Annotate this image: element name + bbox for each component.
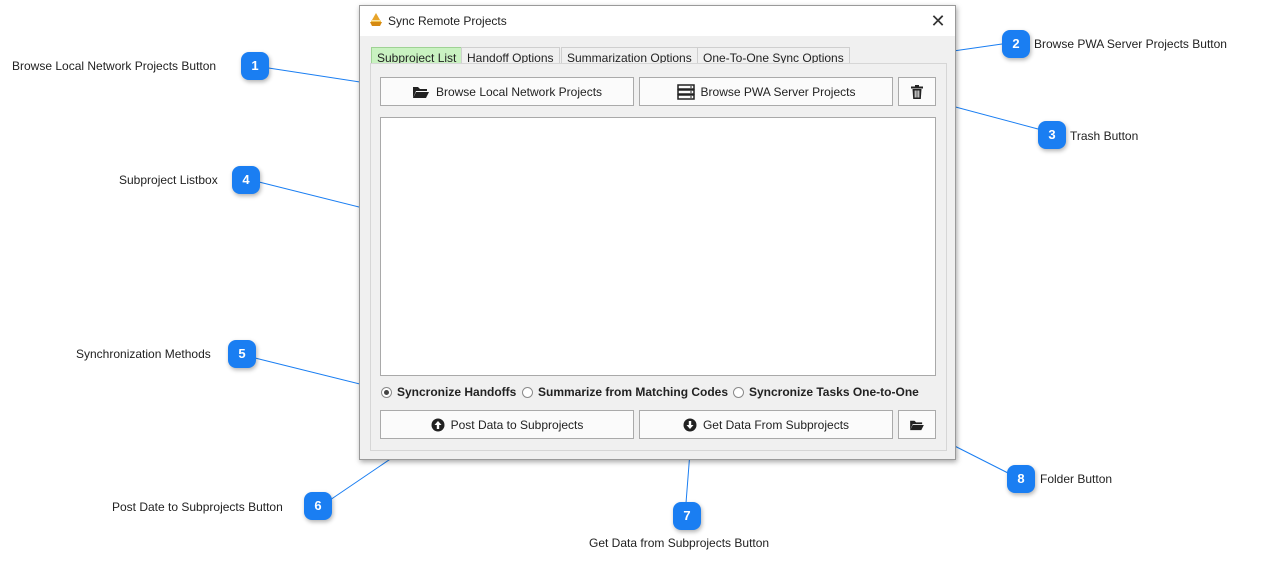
callout-label-1: Browse Local Network Projects Button [12,59,217,73]
callout-label-6: Post Date to Subprojects Button [112,500,283,514]
radio-indicator[interactable] [733,386,744,398]
post-data-to-subprojects-button[interactable]: Post Data to Subprojects [380,410,634,439]
app-logo-icon [370,13,382,26]
callout-badge-8: 8 [1007,465,1035,493]
subproject-listbox[interactable] [380,117,936,376]
window-title: Sync Remote Projects [388,14,507,28]
browse-pwa-server-projects-button[interactable]: Browse PWA Server Projects [639,77,893,106]
callout-badge-4: 4 [232,166,260,194]
callout-label-4: Subproject Listbox [119,173,218,187]
radio-indicator-checked[interactable] [381,386,392,398]
trash-button[interactable] [898,77,936,106]
radio-summarize-from-matching-codes[interactable]: Summarize from Matching Codes [522,384,728,400]
callout-badge-2: 2 [1002,30,1030,58]
get-data-label: Get Data From Subprojects [702,417,850,432]
sync-remote-projects-dialog: Sync Remote Projects ✕ Subproject List H… [359,5,956,460]
browse-local-network-projects-button[interactable]: Browse Local Network Projects [380,77,634,106]
title-bar[interactable]: Sync Remote Projects ✕ [360,6,955,36]
callout-label-8: Folder Button [1040,472,1113,486]
callout-label-7: Get Data from Subprojects Button [589,536,770,550]
radio-syncronize-tasks-one-to-one[interactable]: Syncronize Tasks One-to-One [733,384,919,400]
open-folder-icon [412,86,429,98]
browse-local-label: Browse Local Network Projects [435,84,603,99]
folder-button[interactable] [898,410,936,439]
post-data-label: Post Data to Subprojects [450,417,584,432]
callout-badge-6: 6 [304,492,332,520]
open-folder-icon [910,420,924,430]
callout-label-2: Browse PWA Server Projects Button [1034,37,1227,51]
browse-pwa-label: Browse PWA Server Projects [700,84,856,99]
server-icon [676,83,695,100]
radio-label: Summarize from Matching Codes [538,385,729,399]
radio-label: Syncronize Tasks One-to-One [749,385,919,399]
callout-badge-5: 5 [228,340,256,368]
callout-label-5: Synchronization Methods [76,347,211,361]
callout-badge-7: 7 [673,502,701,530]
close-button[interactable]: ✕ [927,10,949,32]
trash-icon [911,84,923,99]
radio-label: Syncronize Handoffs [397,385,517,399]
get-data-from-subprojects-button[interactable]: Get Data From Subprojects [639,410,893,439]
callout-badge-3: 3 [1038,121,1066,149]
arrow-down-circle-icon [683,418,697,431]
arrow-up-circle-icon [431,418,445,431]
callout-badge-1: 1 [241,52,269,80]
radio-syncronize-handoffs[interactable]: Syncronize Handoffs [381,384,516,400]
callout-label-3: Trash Button [1070,129,1139,143]
radio-indicator[interactable] [522,386,533,398]
